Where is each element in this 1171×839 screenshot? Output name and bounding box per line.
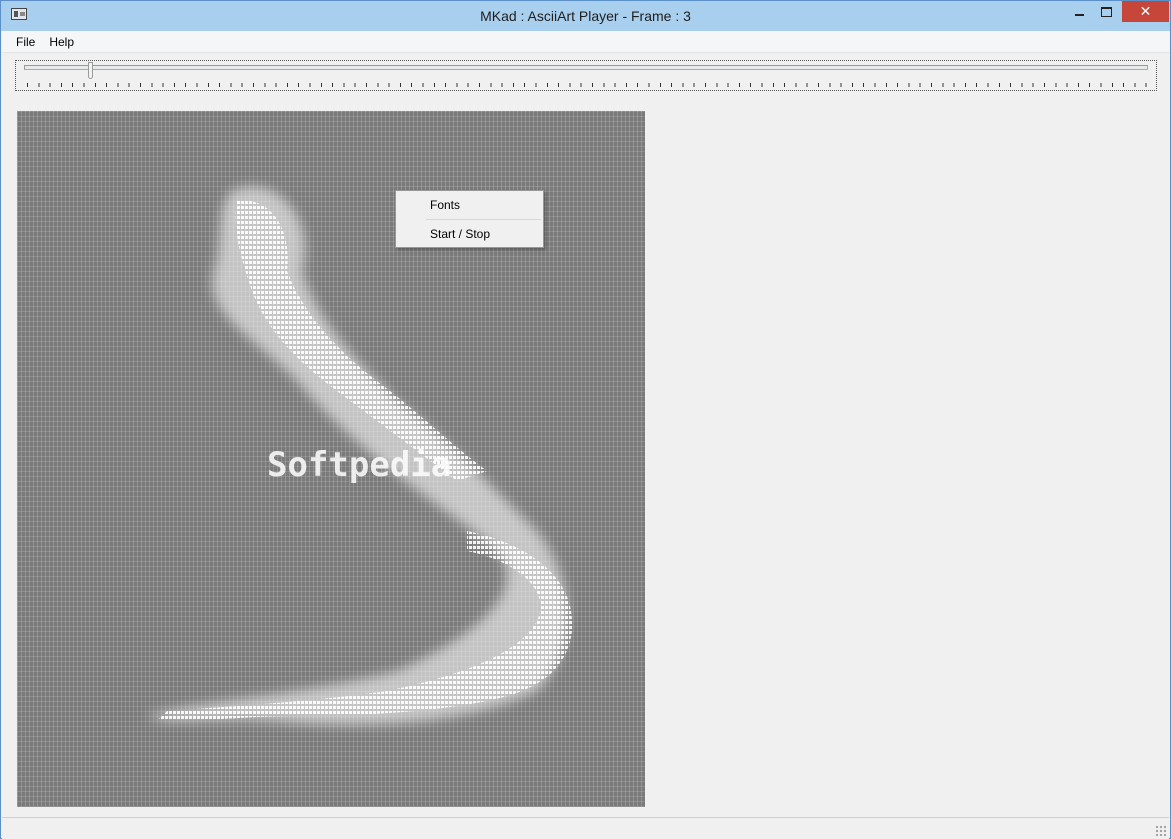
close-icon: ✕ <box>1139 3 1152 19</box>
minimize-icon <box>1075 13 1084 16</box>
close-button[interactable]: ✕ <box>1122 1 1169 22</box>
maximize-icon <box>1101 6 1112 17</box>
context-menu: Fonts Start / Stop <box>395 190 544 248</box>
frame-slider-track[interactable] <box>24 65 1148 70</box>
context-menu-start-stop[interactable]: Start / Stop <box>398 222 541 246</box>
context-menu-separator <box>426 219 541 220</box>
context-menu-fonts[interactable]: Fonts <box>398 193 541 217</box>
frame-slider-thumb[interactable] <box>87 62 93 79</box>
menu-file[interactable]: File <box>2 32 42 52</box>
watermark-text: Softpedia <box>267 445 451 485</box>
title-bar[interactable]: MKad : AsciiArt Player - Frame : 3 ✕ <box>1 1 1170 31</box>
status-bar <box>2 817 1169 839</box>
minimize-button[interactable] <box>1065 1 1094 22</box>
menu-help[interactable]: Help <box>42 32 81 52</box>
menu-bar: File Help <box>2 31 1169 53</box>
frame-slider-panel <box>15 60 1157 91</box>
ascii-art-image: Softpedia <box>147 186 573 725</box>
window-title: MKad : AsciiArt Player - Frame : 3 <box>480 8 691 24</box>
resize-grip-icon[interactable] <box>1155 825 1166 836</box>
app-window: MKad : AsciiArt Player - Frame : 3 ✕ Fil… <box>0 0 1171 839</box>
maximize-button[interactable] <box>1093 1 1120 22</box>
frame-slider-ticks <box>27 83 1147 87</box>
ascii-art-canvas[interactable]: Softpedia <box>17 111 645 807</box>
